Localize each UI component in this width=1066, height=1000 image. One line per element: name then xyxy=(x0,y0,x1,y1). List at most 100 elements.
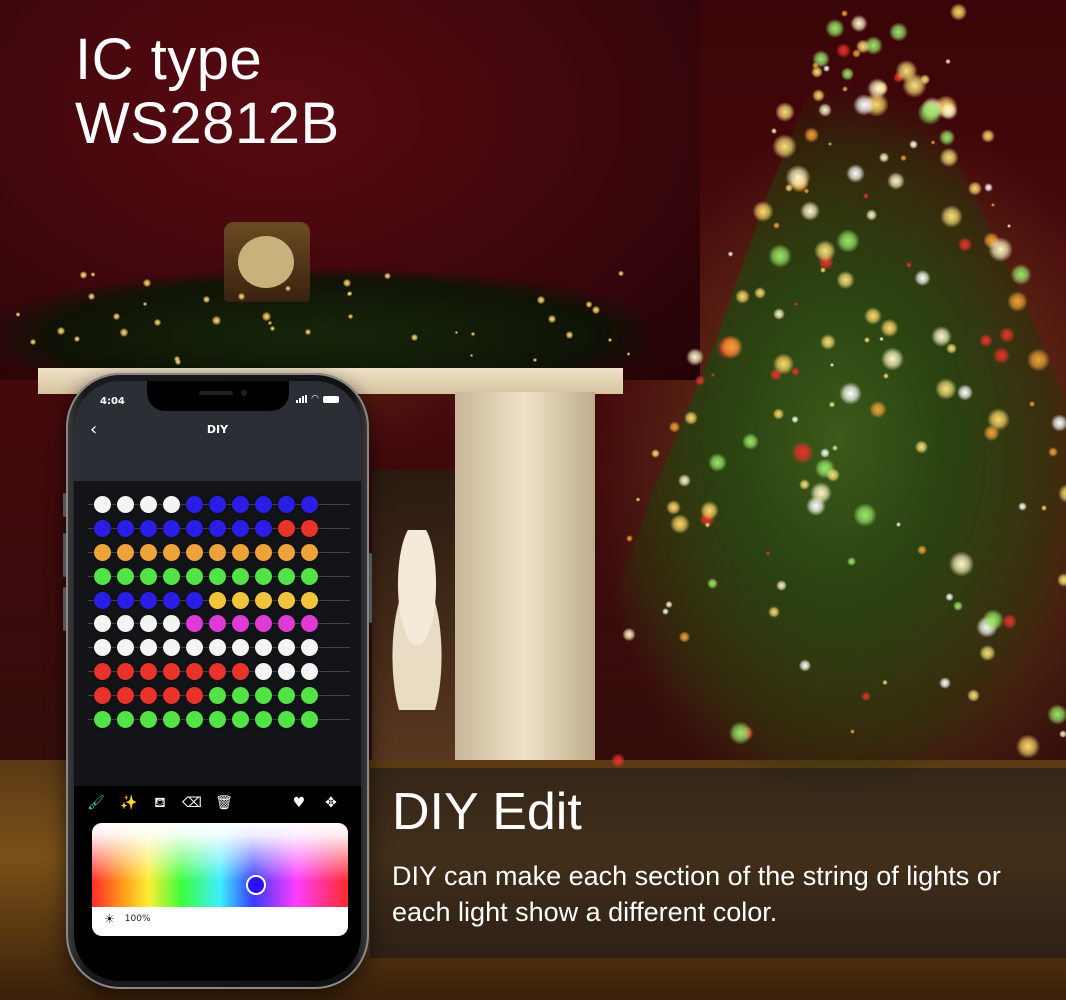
led-dot[interactable] xyxy=(255,519,272,537)
led-dot[interactable] xyxy=(255,543,272,561)
led-dot[interactable] xyxy=(117,543,134,561)
led-dot[interactable] xyxy=(232,711,249,729)
led-dot[interactable] xyxy=(140,615,157,633)
led-dot[interactable] xyxy=(278,543,295,561)
led-dot[interactable] xyxy=(117,663,134,681)
led-dot[interactable] xyxy=(301,591,318,609)
led-dot[interactable] xyxy=(209,591,226,609)
led-dot[interactable] xyxy=(232,591,249,609)
led-dot[interactable] xyxy=(278,496,295,513)
led-dot[interactable] xyxy=(163,639,180,657)
brightness-control[interactable]: ☀ 100% xyxy=(104,913,151,925)
led-dot[interactable] xyxy=(94,543,111,561)
led-dot[interactable] xyxy=(163,687,180,705)
led-dot[interactable] xyxy=(232,639,249,657)
trash-icon[interactable]: 🗑 xyxy=(214,793,234,813)
led-dot[interactable] xyxy=(278,519,295,537)
led-dot[interactable] xyxy=(117,615,134,633)
led-dot[interactable] xyxy=(186,543,203,561)
led-dot[interactable] xyxy=(209,496,226,513)
led-dot[interactable] xyxy=(301,543,318,561)
led-dot[interactable] xyxy=(209,543,226,561)
led-dot[interactable] xyxy=(255,591,272,609)
led-dot[interactable] xyxy=(140,639,157,657)
led-dot[interactable] xyxy=(209,663,226,681)
heart-icon[interactable]: ♥ xyxy=(289,793,309,813)
led-dot[interactable] xyxy=(117,711,134,729)
led-dot[interactable] xyxy=(301,711,318,729)
led-dot[interactable] xyxy=(301,615,318,633)
led-dot[interactable] xyxy=(94,663,111,681)
led-dot[interactable] xyxy=(232,567,249,585)
led-dot[interactable] xyxy=(163,663,180,681)
move-icon[interactable]: ✥ xyxy=(321,793,341,813)
led-dot[interactable] xyxy=(140,496,157,513)
led-dot[interactable] xyxy=(94,711,111,729)
led-dot[interactable] xyxy=(301,567,318,585)
led-dot[interactable] xyxy=(186,591,203,609)
led-dot[interactable] xyxy=(278,711,295,729)
led-dot[interactable] xyxy=(163,567,180,585)
led-dot[interactable] xyxy=(163,615,180,633)
led-dot[interactable] xyxy=(255,496,272,513)
led-dot[interactable] xyxy=(209,615,226,633)
led-dot[interactable] xyxy=(140,543,157,561)
led-dot[interactable] xyxy=(209,711,226,729)
led-dot[interactable] xyxy=(140,711,157,729)
led-dot[interactable] xyxy=(232,543,249,561)
led-dot[interactable] xyxy=(186,639,203,657)
led-dot[interactable] xyxy=(163,591,180,609)
led-dot[interactable] xyxy=(94,615,111,633)
led-dot[interactable] xyxy=(94,687,111,705)
led-dot[interactable] xyxy=(232,496,249,513)
led-dot[interactable] xyxy=(301,687,318,705)
magic-wand-icon[interactable]: ✨ xyxy=(119,793,139,813)
led-dot[interactable] xyxy=(186,567,203,585)
led-dot[interactable] xyxy=(301,639,318,657)
led-dot[interactable] xyxy=(140,519,157,537)
led-dot[interactable] xyxy=(117,496,134,513)
led-dot[interactable] xyxy=(140,687,157,705)
color-picker-handle[interactable] xyxy=(246,875,266,895)
led-dot[interactable] xyxy=(232,687,249,705)
led-dot[interactable] xyxy=(255,687,272,705)
led-dot[interactable] xyxy=(186,615,203,633)
led-dot[interactable] xyxy=(117,591,134,609)
led-dot[interactable] xyxy=(140,663,157,681)
led-dot[interactable] xyxy=(278,639,295,657)
led-dot[interactable] xyxy=(209,687,226,705)
led-dot[interactable] xyxy=(255,639,272,657)
led-dot[interactable] xyxy=(186,496,203,513)
led-dot[interactable] xyxy=(278,615,295,633)
led-dot[interactable] xyxy=(163,711,180,729)
led-dot[interactable] xyxy=(278,663,295,681)
led-dot[interactable] xyxy=(209,567,226,585)
led-dot[interactable] xyxy=(94,591,111,609)
fill-bucket-icon[interactable]: ⛾ xyxy=(150,793,170,813)
color-spectrum[interactable] xyxy=(92,823,348,907)
brush-icon[interactable]: 🖌 xyxy=(86,793,106,813)
led-dot[interactable] xyxy=(140,567,157,585)
led-dot[interactable] xyxy=(232,519,249,537)
led-dot[interactable] xyxy=(278,687,295,705)
led-dot[interactable] xyxy=(186,711,203,729)
eraser-icon[interactable]: ⌫ xyxy=(182,793,202,813)
led-dot[interactable] xyxy=(255,663,272,681)
led-dot[interactable] xyxy=(209,639,226,657)
led-dot[interactable] xyxy=(117,519,134,537)
led-dot[interactable] xyxy=(163,543,180,561)
led-dot[interactable] xyxy=(94,519,111,537)
led-dot[interactable] xyxy=(94,639,111,657)
led-dot[interactable] xyxy=(117,687,134,705)
led-dot[interactable] xyxy=(94,567,111,585)
led-dot[interactable] xyxy=(186,663,203,681)
led-dot[interactable] xyxy=(301,663,318,681)
led-dot[interactable] xyxy=(232,663,249,681)
led-dot[interactable] xyxy=(278,591,295,609)
led-dot[interactable] xyxy=(209,519,226,537)
led-dot[interactable] xyxy=(140,591,157,609)
led-dot[interactable] xyxy=(94,496,111,513)
led-dot[interactable] xyxy=(255,711,272,729)
led-dot[interactable] xyxy=(163,496,180,513)
led-dot[interactable] xyxy=(301,496,318,513)
